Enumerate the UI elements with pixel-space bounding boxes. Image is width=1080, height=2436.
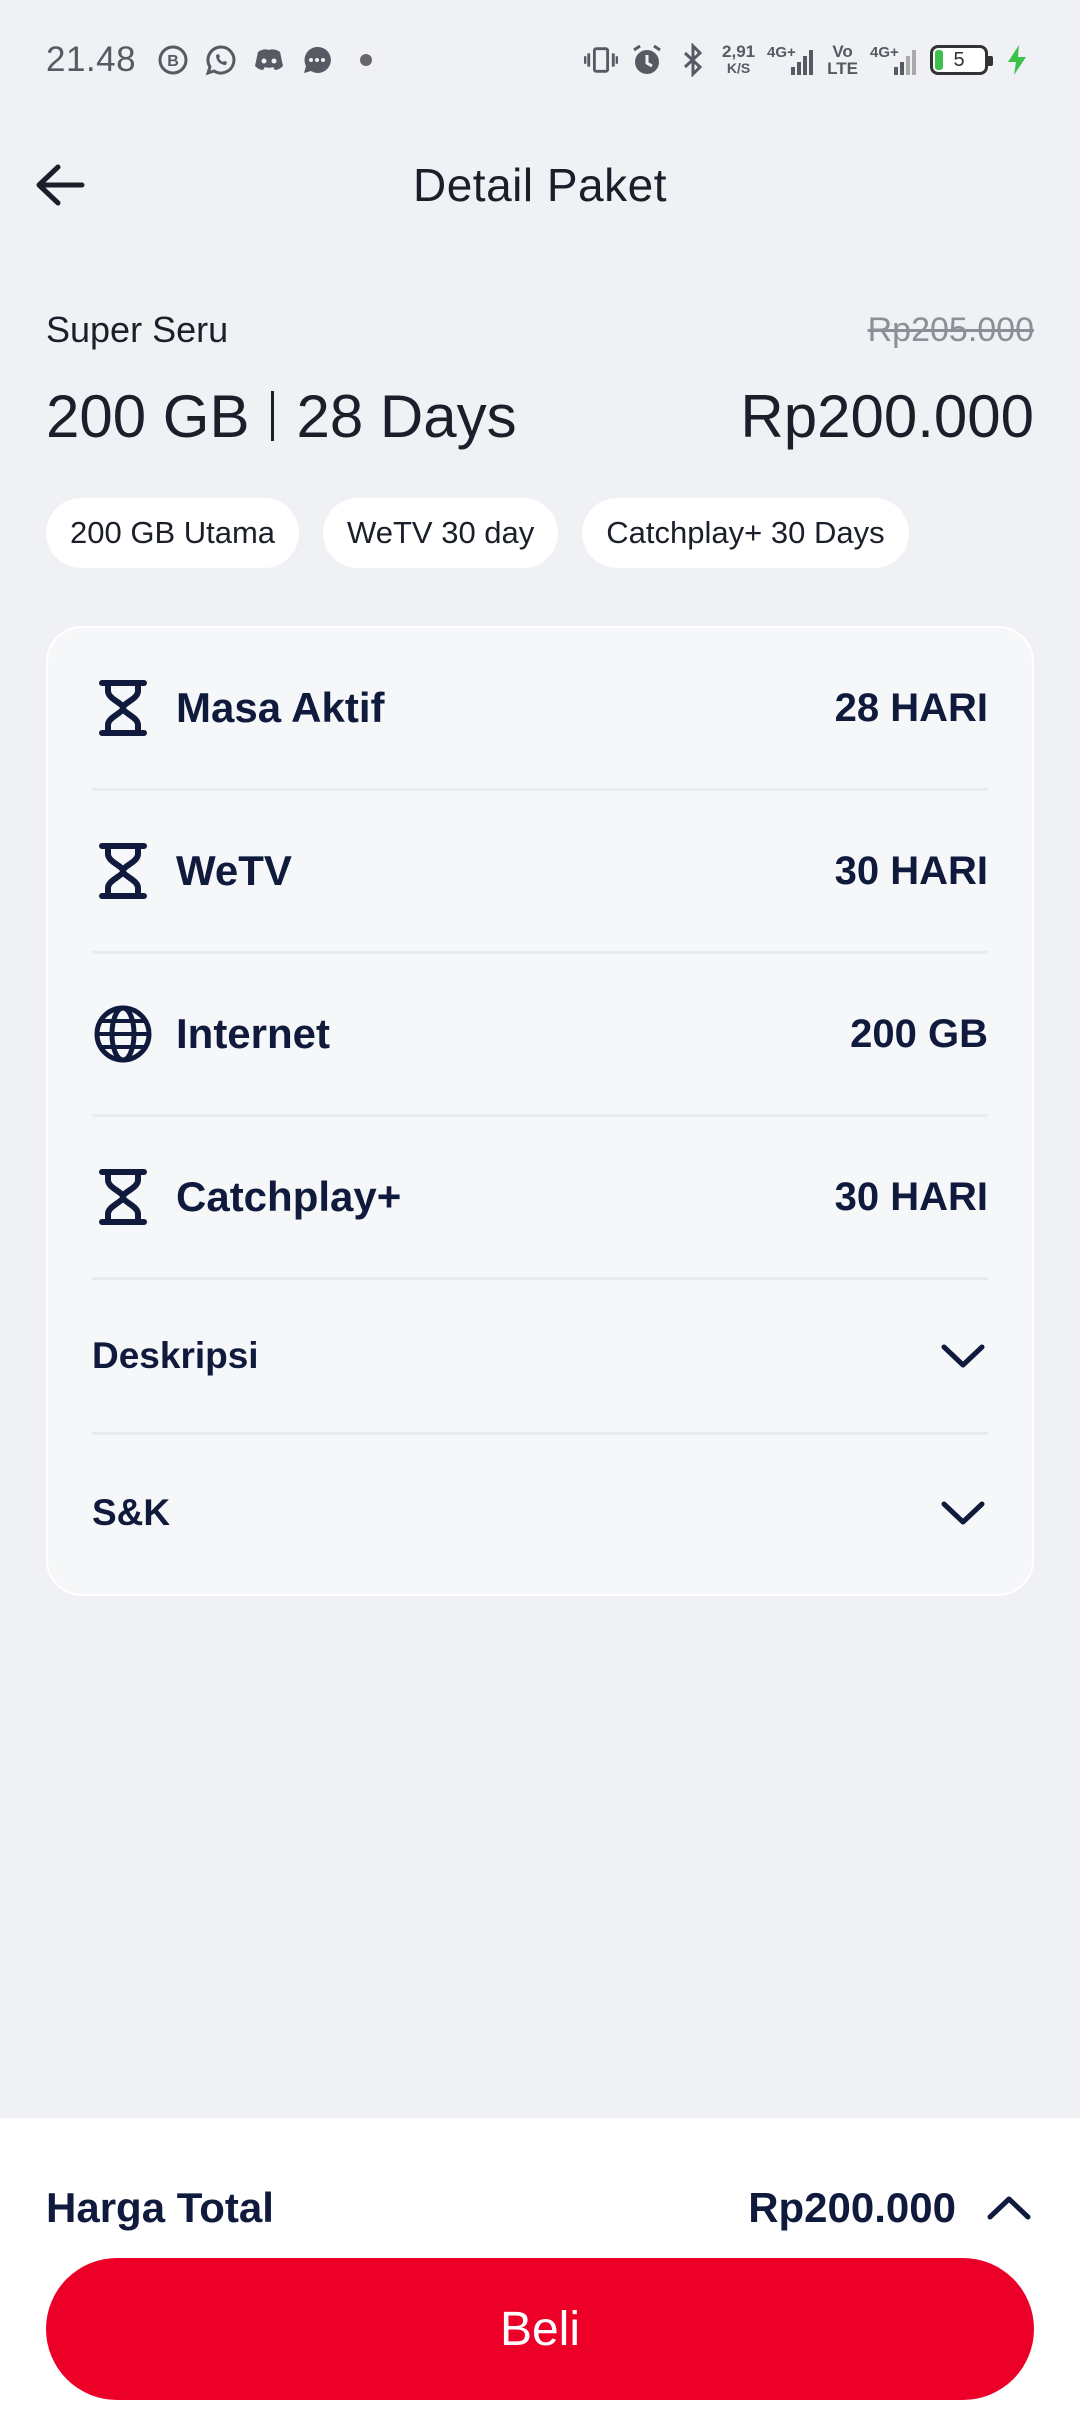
globe-icon [92, 1003, 154, 1065]
network-speed: 2,91 K/S [722, 43, 755, 77]
svg-text:4G+: 4G+ [767, 44, 796, 61]
page-title: Detail Paket [412, 159, 667, 211]
b-app-icon: B [156, 43, 190, 77]
charging-icon [1000, 43, 1034, 77]
accordion-label: Deskripsi [92, 1335, 259, 1376]
hourglass-icon [92, 677, 154, 739]
signal-icon-2: 4G+ [870, 43, 918, 77]
bluetooth-icon [676, 43, 710, 77]
total-price: Rp200.000 [748, 2184, 956, 2231]
detail-value: 200 GB [850, 1011, 988, 1056]
discord-icon [252, 43, 286, 77]
volte-bottom: LTE [827, 59, 858, 78]
chip-wetv: WeTV 30 day [323, 498, 559, 568]
detail-label: Masa Aktif [176, 684, 385, 731]
hourglass-icon [92, 1166, 154, 1228]
detail-row-masa-aktif: Masa Aktif 28 HARI [92, 628, 988, 791]
chevron-up-icon[interactable] [984, 2183, 1034, 2233]
package-headline: 200 GB 28 Days [46, 382, 517, 451]
battery-indicator: 5 [930, 45, 993, 75]
arrow-left-icon [36, 164, 85, 206]
vibrate-icon [584, 43, 619, 77]
buy-button[interactable]: Beli [46, 2258, 1034, 2400]
checkout-footer: Harga Total Rp200.000 Beli [0, 2118, 1080, 2436]
svg-text:B: B [167, 53, 179, 70]
detail-row-catchplay: Catchplay+ 30 HARI [92, 1117, 988, 1280]
volte-indicator: Vo LTE [827, 43, 858, 77]
separator [271, 391, 275, 441]
volte-top: Vo [832, 42, 853, 61]
battery-level: 5 [953, 48, 965, 71]
network-speed-unit: K/S [726, 60, 751, 76]
detail-value: 28 HARI [834, 685, 988, 730]
detail-label: Catchplay+ [176, 1173, 402, 1220]
network-speed-value: 2,91 [722, 42, 756, 61]
chip-main-quota: 200 GB Utama [46, 498, 300, 568]
svg-text:4G+: 4G+ [870, 44, 899, 61]
status-bar: 21.48 B 2,91 K/S 4G+ Vo LTE 4G+ 5 [0, 0, 1080, 120]
chevron-down-icon [938, 1488, 988, 1538]
back-button[interactable] [30, 155, 90, 215]
message-icon [300, 43, 334, 77]
package-quota: 200 GB [46, 382, 250, 450]
hourglass-icon [92, 840, 154, 902]
accordion-deskripsi[interactable]: Deskripsi [92, 1280, 988, 1435]
package-duration: 28 Days [296, 382, 517, 450]
accordion-label: S&K [92, 1491, 171, 1533]
status-time: 21.48 [46, 40, 137, 79]
detail-row-wetv: WeTV 30 HARI [92, 791, 988, 954]
package-summary: Super Seru Rp205.000 200 GB 28 Days Rp20… [46, 300, 1034, 466]
app-header: Detail Paket [0, 130, 1080, 240]
detail-label: Internet [176, 1010, 331, 1057]
package-detail-card: Masa Aktif 28 HARI WeTV 30 HARI Internet… [46, 626, 1034, 1596]
total-label: Harga Total [46, 2184, 274, 2231]
alarm-icon [630, 43, 664, 77]
whatsapp-icon [204, 43, 238, 77]
accordion-syarat-ketentuan[interactable]: S&K [92, 1435, 988, 1590]
more-notifications-dot [360, 54, 373, 66]
detail-label: WeTV [176, 847, 292, 894]
signal-icon-1: 4G+ [767, 43, 815, 77]
total-row: Harga Total Rp200.000 [46, 2158, 1034, 2258]
chip-catchplay: Catchplay+ 30 Days [582, 498, 909, 568]
chevron-down-icon [938, 1331, 988, 1381]
detail-value: 30 HARI [834, 848, 988, 893]
package-price: Rp200.000 [740, 382, 1034, 450]
benefit-chips: 200 GB Utama WeTV 30 day Catchplay+ 30 D… [46, 498, 909, 568]
package-name: Super Seru [46, 309, 229, 350]
detail-row-internet: Internet 200 GB [92, 954, 988, 1117]
detail-value: 30 HARI [834, 1174, 988, 1219]
original-price: Rp205.000 [867, 310, 1034, 349]
